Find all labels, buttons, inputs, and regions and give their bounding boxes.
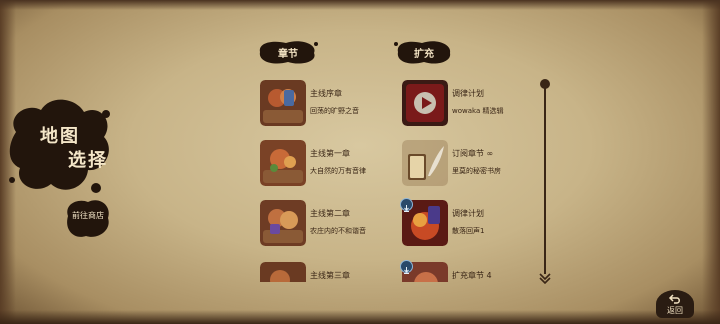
expansion-title: 调律计划	[452, 89, 484, 98]
frame-bottom	[0, 310, 720, 324]
chapter-subtitle: 农庄内的不和谐音	[310, 227, 366, 235]
frame-top	[0, 0, 720, 10]
expansion-subtitle: 散落回声1	[452, 227, 485, 235]
chapter-title: 主线序章	[310, 89, 342, 98]
expansion-header: 扩充	[414, 49, 434, 60]
return-arrow-icon	[668, 294, 680, 304]
chapter-thumbnail	[260, 262, 306, 282]
chapter-entry-2[interactable]: 主线第二章 农庄内的不和谐音	[260, 200, 390, 256]
expansion-entry-tuning-echo[interactable]: 调律计划 散落回声1	[400, 198, 532, 256]
chapter-thumbnail	[260, 140, 306, 186]
expansion-entry-4[interactable]: 扩充章节 4	[400, 260, 532, 282]
book-edge-right	[702, 0, 720, 324]
expansion-subtitle: 里莫的秘密书房	[452, 167, 501, 175]
back-label: 返回	[667, 306, 683, 315]
expansion-subtitle: wowaka 精选辑	[452, 107, 504, 115]
chapter-thumbnail	[260, 80, 306, 126]
download-icon[interactable]	[400, 260, 413, 274]
chapter-thumbnail	[260, 200, 306, 246]
title-line-2: 选择	[68, 150, 108, 171]
chapters-header: 章节	[278, 49, 298, 60]
map-select-screen: 地图 选择 前往商店 章节 扩充 主线序章 回荡的旷野之音 主线第一章 大自然的…	[0, 0, 720, 324]
chapter-title: 主线第二章	[310, 209, 350, 218]
chapter-entry-3[interactable]: 主线第三章	[260, 262, 390, 282]
expansion-title: 订阅章节 ∞	[452, 149, 494, 158]
go-to-shop-button[interactable]: 前往商店	[64, 210, 112, 221]
scroll-down-icon[interactable]	[538, 272, 552, 284]
expansion-entry-tuning-wowaka[interactable]: 调律计划 wowaka 精选辑	[402, 80, 532, 136]
back-button[interactable]: 返回	[656, 290, 694, 318]
expansion-thumbnail	[402, 80, 448, 126]
expansion-entry-subscription[interactable]: 订阅章节 ∞ 里莫的秘密书房	[402, 140, 532, 196]
chapter-subtitle: 大自然的万有音律	[310, 167, 366, 175]
expansion-thumbnail	[402, 140, 448, 186]
chapter-entry-prologue[interactable]: 主线序章 回荡的旷野之音	[260, 80, 390, 136]
title-line-1: 地图	[40, 126, 80, 147]
expansion-title: 调律计划	[452, 209, 484, 218]
chapter-title: 主线第三章	[310, 271, 350, 280]
chapter-subtitle: 回荡的旷野之音	[310, 107, 359, 115]
chapter-entry-1[interactable]: 主线第一章 大自然的万有音律	[260, 140, 390, 196]
scrollbar-track[interactable]	[544, 84, 546, 274]
chapter-title: 主线第一章	[310, 149, 350, 158]
scrollbar-thumb[interactable]	[540, 79, 550, 89]
download-icon[interactable]	[400, 198, 413, 212]
expansion-title: 扩充章节 4	[452, 271, 492, 280]
